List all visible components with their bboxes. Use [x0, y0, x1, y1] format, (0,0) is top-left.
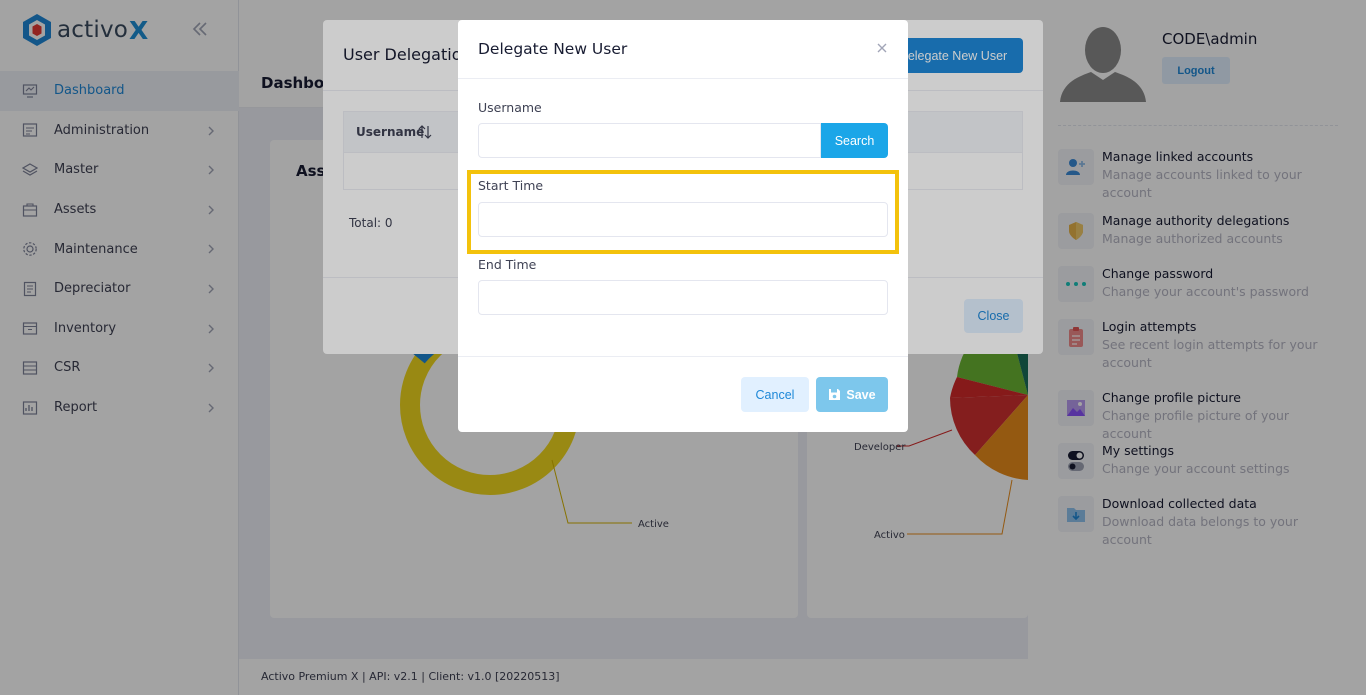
username-label: Username: [478, 100, 542, 115]
divider: [458, 78, 908, 79]
username-input[interactable]: [478, 123, 821, 158]
divider: [458, 356, 908, 357]
end-time-input[interactable]: [478, 280, 888, 315]
save-icon: [829, 389, 841, 400]
end-time-label: End Time: [478, 257, 537, 272]
modal-title: Delegate New User: [478, 40, 628, 58]
delegate-new-user-modal: Delegate New User Username Search Start …: [458, 20, 908, 432]
cancel-button[interactable]: Cancel: [741, 377, 809, 412]
search-button[interactable]: Search: [821, 123, 888, 158]
start-time-input[interactable]: [478, 202, 888, 237]
save-label: Save: [846, 387, 876, 402]
save-button[interactable]: Save: [816, 377, 888, 412]
close-icon[interactable]: [875, 41, 889, 55]
start-time-label: Start Time: [478, 178, 544, 193]
